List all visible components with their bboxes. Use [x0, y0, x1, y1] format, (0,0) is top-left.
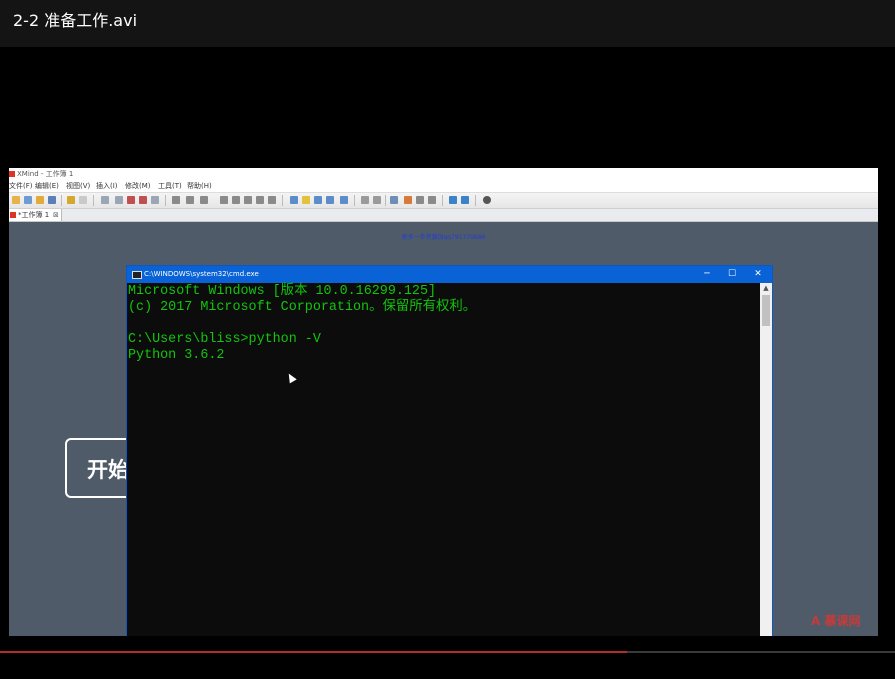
toolbar-separator: [442, 195, 443, 206]
close-button[interactable]: ✕: [745, 266, 771, 283]
toolbar-separator: [354, 195, 355, 206]
player-header: 2-2 准备工作.avi: [0, 0, 895, 47]
cmd-line: Microsoft Windows [版本 10.0.16299.125]: [128, 284, 437, 299]
gear-icon[interactable]: [483, 196, 491, 204]
cmd-line: [128, 316, 760, 332]
cmd-titlebar[interactable]: C:\WINDOWS\system32\cmd.exe ─ ☐ ✕: [127, 266, 772, 283]
topic-icon[interactable]: [101, 196, 109, 204]
video-frame[interactable]: XMind - 工作簿 1 文件(F) 编辑(E) 视图(V) 插入(I) 修改…: [9, 168, 878, 636]
redo-icon[interactable]: [79, 196, 87, 204]
toolbar-separator: [282, 195, 283, 206]
mouse-pointer-icon: [285, 371, 297, 384]
save-icon[interactable]: [48, 196, 56, 204]
layout-icon[interactable]: [390, 196, 398, 204]
zoom-icon[interactable]: [416, 196, 424, 204]
subtopic-icon[interactable]: [115, 196, 123, 204]
xmind-logo-icon: [9, 171, 15, 177]
menu-insert[interactable]: 插入(I): [96, 181, 118, 192]
outline-icon[interactable]: [404, 196, 412, 204]
tab-label: *工作簿 1: [18, 211, 50, 219]
open-file-icon[interactable]: [24, 196, 32, 204]
canvas-link-text: 更多一手资源加qq791770686: [401, 234, 486, 241]
topic-label: 开始: [87, 458, 129, 482]
new-file-icon[interactable]: [12, 196, 20, 204]
xmind-toolbar: [9, 193, 878, 209]
cmd-output[interactable]: Microsoft Windows [版本 10.0.16299.125] (c…: [127, 283, 760, 636]
watermark-logo: A 慕课网: [811, 614, 861, 628]
scroll-up-arrow-icon[interactable]: ▲: [760, 283, 772, 293]
audio-icon[interactable]: [326, 196, 334, 204]
equation-icon[interactable]: [340, 196, 348, 204]
play-icon[interactable]: [172, 196, 180, 204]
menu-modify[interactable]: 修改(M): [125, 181, 151, 192]
close-icon[interactable]: ⊠: [53, 209, 59, 221]
menu-edit[interactable]: 编辑(E): [35, 181, 59, 192]
video-progress-bar[interactable]: [0, 651, 895, 653]
minimize-button[interactable]: ─: [694, 266, 720, 283]
note-icon[interactable]: [244, 196, 252, 204]
upload-icon[interactable]: [461, 196, 469, 204]
xmind-file-icon: [10, 212, 16, 218]
menu-view[interactable]: 视图(V): [66, 181, 90, 192]
idea-icon[interactable]: [302, 196, 310, 204]
task-icon[interactable]: [314, 196, 322, 204]
label-icon[interactable]: [268, 196, 276, 204]
attachment-icon[interactable]: [220, 196, 228, 204]
marker-icon[interactable]: [256, 196, 264, 204]
xmind-window-title: XMind - 工作簿 1: [17, 170, 74, 178]
maximize-button[interactable]: ☐: [719, 266, 745, 283]
toolbar-separator: [475, 195, 476, 206]
menu-help[interactable]: 帮助(H): [187, 181, 212, 192]
toolbar-separator: [93, 195, 94, 206]
terminal-icon: [132, 271, 142, 279]
relationship-icon[interactable]: [200, 196, 208, 204]
hyperlink-icon[interactable]: [232, 196, 240, 204]
toolbar-separator: [385, 195, 386, 206]
video-progress-fill: [0, 651, 627, 653]
cmd-line: (c) 2017 Microsoft Corporation。保留所有权利。: [128, 300, 477, 315]
cmd-line: Python 3.6.2: [128, 348, 225, 363]
floating-topic-icon[interactable]: [151, 196, 159, 204]
summary-icon[interactable]: [139, 196, 147, 204]
xmind-menubar: 文件(F) 编辑(E) 视图(V) 插入(I) 修改(M) 工具(T) 帮助(H…: [9, 181, 878, 193]
eraser-icon[interactable]: [373, 196, 381, 204]
cmd-window-title: C:\WINDOWS\system32\cmd.exe: [144, 270, 259, 278]
toolbar-separator: [165, 195, 166, 206]
xmind-titlebar: XMind - 工作簿 1: [9, 168, 878, 181]
boundary-icon[interactable]: [127, 196, 135, 204]
image-icon[interactable]: [290, 196, 298, 204]
tab-workbook[interactable]: *工作簿 1 ⊠: [9, 209, 62, 221]
video-title: 2-2 准备工作.avi: [13, 11, 138, 30]
cmd-window[interactable]: C:\WINDOWS\system32\cmd.exe ─ ☐ ✕ Micros…: [127, 266, 772, 636]
cmd-scrollbar[interactable]: ▲: [760, 283, 772, 636]
presentation-icon[interactable]: [186, 196, 194, 204]
format-painter-icon[interactable]: [361, 196, 369, 204]
cmd-line: C:\Users\bliss>python -V: [128, 332, 321, 347]
share-icon[interactable]: [449, 196, 457, 204]
menu-file[interactable]: 文件(F): [9, 181, 33, 192]
toolbar-separator: [61, 195, 62, 206]
undo-icon[interactable]: [67, 196, 75, 204]
folder-icon[interactable]: [36, 196, 44, 204]
fit-icon[interactable]: [428, 196, 436, 204]
xmind-tabbar: *工作簿 1 ⊠: [9, 209, 878, 222]
menu-tools[interactable]: 工具(T): [158, 181, 182, 192]
scrollbar-thumb[interactable]: [762, 295, 770, 326]
